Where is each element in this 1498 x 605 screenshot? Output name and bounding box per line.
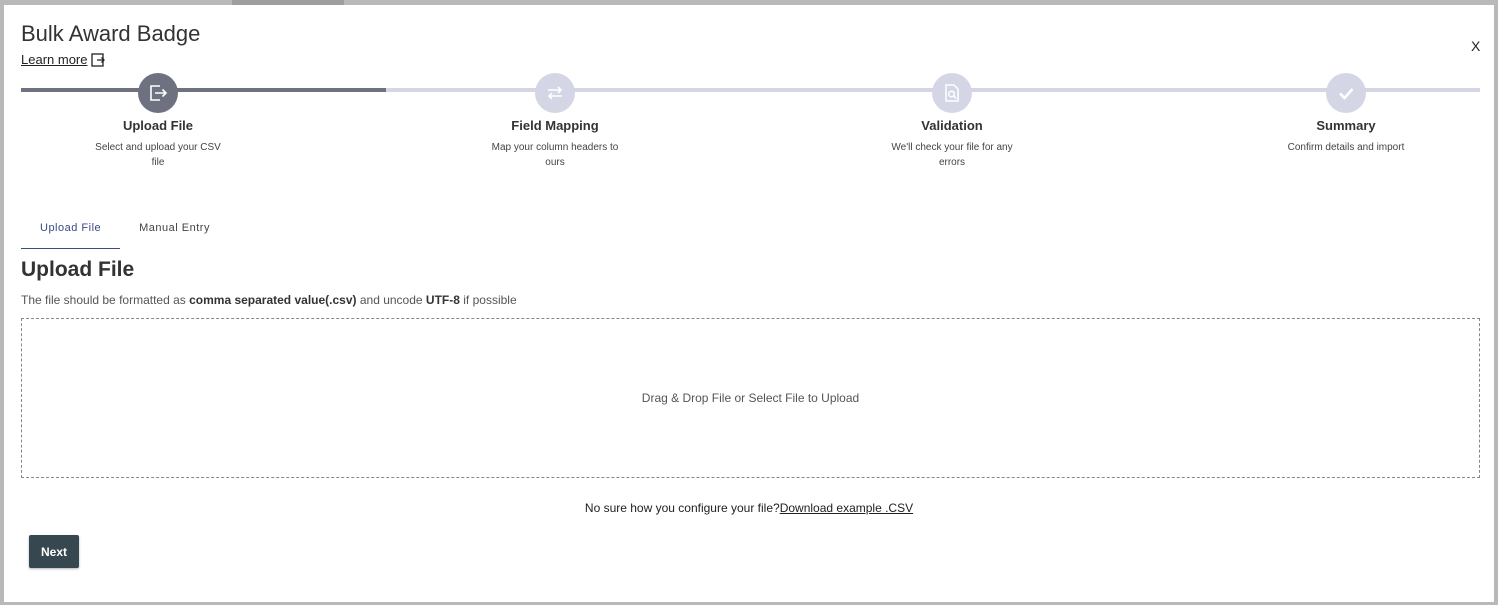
format-note-encoding: UTF-8: [425, 293, 460, 307]
help-text: No sure how you configure your file?Down…: [4, 501, 1494, 515]
step-upload-file: Upload File Select and upload your CSV f…: [73, 73, 243, 170]
external-link-icon: [91, 52, 106, 67]
format-note: The file should be formatted as comma se…: [21, 293, 517, 307]
close-button[interactable]: X: [1471, 38, 1480, 54]
step-desc: Map your column headers to ours: [491, 142, 619, 168]
step-label: Upload File: [122, 118, 194, 133]
file-search-icon: [932, 73, 972, 113]
dropzone-label: Drag & Drop File or Select File to Uploa…: [641, 391, 860, 405]
modal-title: Bulk Award Badge: [21, 21, 201, 46]
step-label: Summary: [1316, 118, 1376, 133]
format-note-format: comma separated value(.csv): [189, 293, 357, 307]
format-note-prefix: The file should be formatted as: [21, 293, 190, 307]
format-note-suffix: if possible: [459, 293, 517, 307]
file-dropzone[interactable]: Drag & Drop File or Select File to Uploa…: [21, 318, 1480, 478]
section-title: Upload File: [21, 258, 135, 281]
step-desc: Select and upload your CSV file: [95, 142, 221, 168]
download-example-link[interactable]: Download example .CSV: [780, 501, 913, 515]
swap-arrows-icon: [535, 73, 575, 113]
tab-manual-entry[interactable]: Manual Entry: [120, 217, 229, 249]
step-desc: We'll check your file for any errors: [891, 142, 1013, 168]
next-button[interactable]: Next: [29, 535, 79, 568]
learn-more-label: Learn more: [21, 52, 88, 67]
step-label: Validation: [921, 118, 983, 133]
step-summary: Summary Confirm details and import: [1261, 73, 1431, 155]
step-field-mapping: Field Mapping Map your column headers to…: [470, 73, 640, 170]
upload-file-icon: [138, 73, 178, 113]
tab-upload-file[interactable]: Upload File: [21, 217, 121, 249]
help-question: No sure how you configure your file?: [584, 501, 780, 515]
step-validation: Validation We'll check your file for any…: [867, 73, 1037, 170]
step-label: Field Mapping: [511, 118, 599, 133]
step-desc: Confirm details and import: [1287, 142, 1405, 153]
learn-more-link[interactable]: Learn more: [21, 52, 106, 67]
bulk-award-modal: Bulk Award Badge Learn more X Upload Fil…: [4, 5, 1494, 602]
checkmark-icon: [1326, 73, 1366, 113]
entry-tabs: Upload File Manual Entry: [21, 217, 229, 249]
format-note-mid: and uncode: [356, 293, 426, 307]
